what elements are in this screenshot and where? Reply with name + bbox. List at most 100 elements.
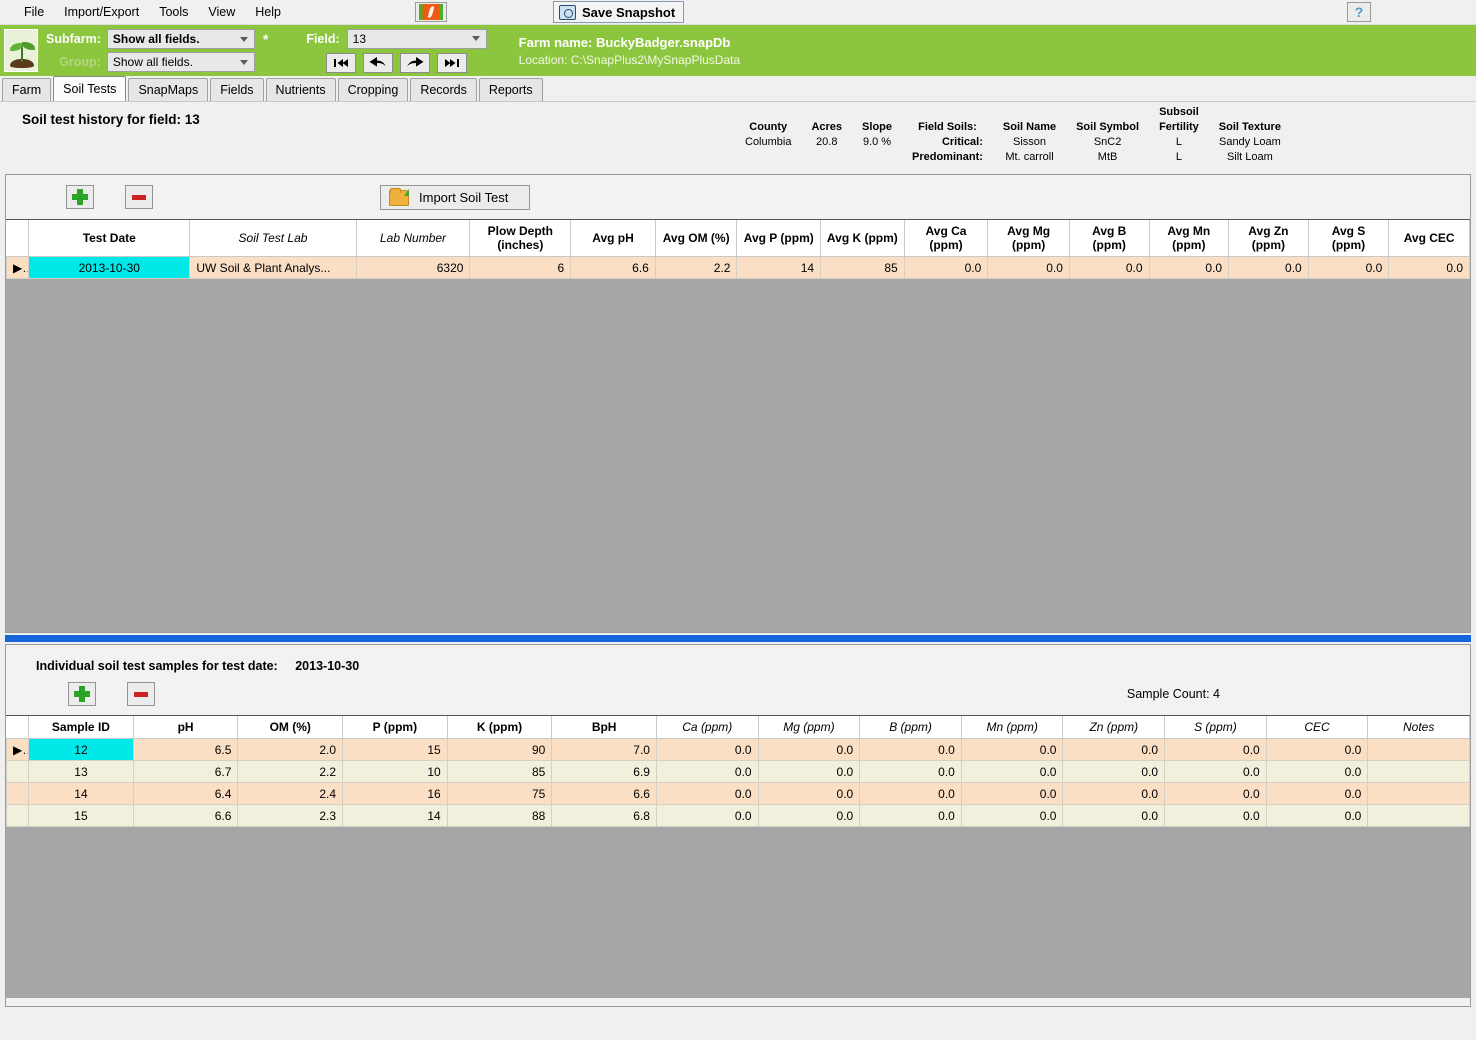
import-soil-test-button[interactable]: Import Soil Test [380,185,530,210]
cell-zn-ppm[interactable]: 0.0 [1062,760,1166,783]
cell-mn-ppm[interactable]: 0.0 [960,760,1064,783]
column-header-avg-ca-ppm[interactable]: Avg Ca (ppm) [903,220,989,257]
menu-item-help[interactable]: Help [245,2,291,22]
first-record-button[interactable] [326,52,356,73]
column-header-sample-id[interactable]: Sample ID [28,716,134,739]
column-header-avg-mg-ppm[interactable]: Avg Mg (ppm) [987,220,1070,257]
subfarm-select[interactable]: Show all fields. [106,29,255,49]
column-header-avg-s-ppm[interactable]: Avg S (ppm) [1307,220,1390,257]
cell-avg-mg-ppm[interactable]: 0.0 [987,256,1070,279]
snapplus-leaf-toolbar-button[interactable] [415,2,447,22]
cell-bph[interactable]: 6.9 [551,760,657,783]
menu-item-file[interactable]: File [14,2,54,22]
individual-samples-grid[interactable]: Sample ID pH OM (%) P (ppm) K (ppm) BpH Ca (pp… [6,716,1470,827]
cell-p-ppm[interactable]: 16 [342,782,448,805]
column-header-k-ppm[interactable]: K (ppm) [446,716,553,739]
cell-sample-id[interactable]: 13 [28,760,134,783]
group-select[interactable]: Show all fields. [106,52,255,72]
cell-bph[interactable]: 7.0 [551,738,657,761]
add-soil-test-button[interactable] [66,185,94,209]
cell-ca-ppm[interactable]: 0.0 [655,804,759,827]
column-header-b-ppm[interactable]: B (ppm) [859,716,962,739]
cell-b-ppm[interactable]: 0.0 [859,782,962,805]
cell-k-ppm[interactable]: 90 [446,738,553,761]
cell-k-ppm[interactable]: 88 [446,804,553,827]
cell-k-ppm[interactable]: 75 [446,782,553,805]
cell-sample-id[interactable]: 14 [28,782,134,805]
cell-s-ppm[interactable]: 0.0 [1164,738,1267,761]
tab-farm[interactable]: Farm [2,78,52,101]
column-header-plow-depth-inches[interactable]: Plow Depth (inches) [469,220,572,257]
column-header-mn-ppm[interactable]: Mn (ppm) [960,716,1064,739]
previous-record-button[interactable] [363,52,393,73]
column-header-soil-test-lab[interactable]: Soil Test Lab [189,220,357,257]
cell-notes[interactable] [1367,738,1470,761]
cell-cec[interactable]: 0.0 [1265,760,1369,783]
cell-avg-mn-ppm[interactable]: 0.0 [1148,256,1230,279]
column-header-cec[interactable]: CEC [1265,716,1369,739]
cell-ca-ppm[interactable]: 0.0 [655,782,759,805]
column-header-bph[interactable]: BpH [551,716,657,739]
help-button[interactable]: ? [1347,2,1371,22]
remove-soil-test-button[interactable] [125,185,153,209]
cell-b-ppm[interactable]: 0.0 [859,804,962,827]
cell-om[interactable]: 2.4 [237,782,344,805]
cell-bph[interactable]: 6.8 [551,804,657,827]
column-header-mg-ppm[interactable]: Mg (ppm) [757,716,861,739]
cell-ph[interactable]: 6.6 [132,804,239,827]
cell-notes[interactable] [1367,804,1470,827]
cell-lab-number[interactable]: 6320 [355,256,471,279]
cell-zn-ppm[interactable]: 0.0 [1062,782,1166,805]
column-header-om[interactable]: OM (%) [237,716,344,739]
column-header-ca-ppm[interactable]: Ca (ppm) [655,716,759,739]
cell-sample-id[interactable]: 15 [28,804,134,827]
tab-fields[interactable]: Fields [210,78,264,101]
tab-reports[interactable]: Reports [478,78,543,101]
column-header-avg-cec[interactable]: Avg CEC [1388,220,1470,257]
cell-cec[interactable]: 0.0 [1265,782,1369,805]
cell-s-ppm[interactable]: 0.0 [1164,760,1267,783]
column-header-avg-om[interactable]: Avg OM (%) [654,220,738,257]
column-header-avg-zn-ppm[interactable]: Avg Zn (ppm) [1228,220,1309,257]
table-row[interactable]: 14 6.4 2.4 16 75 6.6 0.0 0.0 0.0 0.0 0.0 0.0 0.0 [6,782,1470,805]
tab-soil-tests[interactable]: Soil Tests [53,76,127,101]
cell-avg-ca-ppm[interactable]: 0.0 [903,256,989,279]
column-header-test-date[interactable]: Test Date [28,220,191,257]
last-record-button[interactable] [437,52,467,73]
samples-grid-wrap[interactable]: Sample ID pH OM (%) P (ppm) K (ppm) BpH Ca (pp… [6,715,1470,998]
cell-avg-k-ppm[interactable]: 85 [820,256,905,279]
panel-splitter[interactable] [0,633,1476,644]
cell-b-ppm[interactable]: 0.0 [859,738,962,761]
row-selector-cell[interactable]: ▶ [6,738,30,761]
cell-cec[interactable]: 0.0 [1265,738,1369,761]
tab-cropping[interactable]: Cropping [337,78,409,101]
history-grid-wrap[interactable]: Test Date Soil Test Lab Lab Number Plow Dep… [6,219,1470,632]
splitter-handle[interactable] [5,635,1471,642]
cell-avg-ph[interactable]: 6.6 [570,256,656,279]
soil-test-history-grid[interactable]: Test Date Soil Test Lab Lab Number Plow Dep… [6,220,1470,279]
column-header-avg-k-ppm[interactable]: Avg K (ppm) [820,220,905,257]
cell-mg-ppm[interactable]: 0.0 [757,782,861,805]
tab-records[interactable]: Records [410,78,477,101]
cell-ca-ppm[interactable]: 0.0 [655,760,759,783]
cell-sample-id[interactable]: 12 [28,738,134,761]
next-record-button[interactable] [400,52,430,73]
column-header-p-ppm[interactable]: P (ppm) [342,716,448,739]
cell-mg-ppm[interactable]: 0.0 [757,738,861,761]
cell-avg-zn-ppm[interactable]: 0.0 [1228,256,1309,279]
table-row[interactable]: ▶ 2013-10-30 UW Soil & Plant Analys... 6320… [6,256,1470,279]
table-row[interactable]: ▶ 12 6.5 2.0 15 90 7.0 0.0 0.0 0.0 0.0 0.0 0.0 0.0 [6,738,1470,761]
cell-s-ppm[interactable]: 0.0 [1164,782,1267,805]
cell-k-ppm[interactable]: 85 [446,760,553,783]
cell-p-ppm[interactable]: 14 [342,804,448,827]
cell-p-ppm[interactable]: 10 [342,760,448,783]
tab-snapmaps[interactable]: SnapMaps [128,78,209,101]
menu-item-import-export[interactable]: Import/Export [54,2,149,22]
column-header-zn-ppm[interactable]: Zn (ppm) [1062,716,1166,739]
field-select[interactable]: 13 [346,28,487,49]
table-row[interactable]: 13 6.7 2.2 10 85 6.9 0.0 0.0 0.0 0.0 0.0 0.0 0.0 [6,760,1470,783]
cell-mg-ppm[interactable]: 0.0 [757,760,861,783]
column-header-avg-p-ppm[interactable]: Avg P (ppm) [736,220,822,257]
cell-s-ppm[interactable]: 0.0 [1164,804,1267,827]
cell-avg-s-ppm[interactable]: 0.0 [1307,256,1390,279]
